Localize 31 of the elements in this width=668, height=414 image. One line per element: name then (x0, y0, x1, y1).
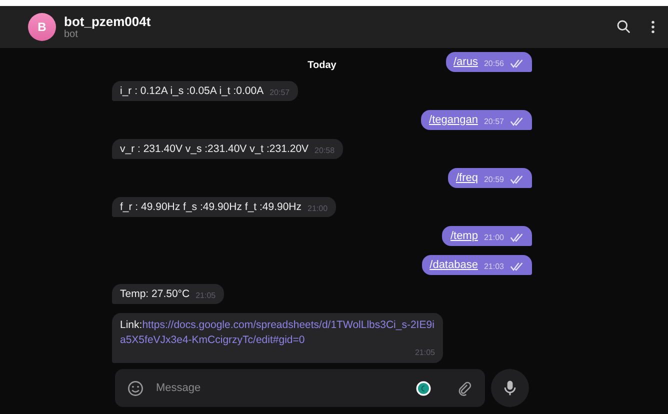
message-text: f_r : 49.90Hz f_s :49.90Hz f_t :49.90Hz (120, 200, 302, 213)
search-icon[interactable] (616, 18, 632, 35)
command-link[interactable]: /database (430, 258, 478, 271)
microphone-button[interactable] (491, 369, 529, 408)
command-link[interactable]: /tegangan (429, 114, 478, 126)
circle-icon[interactable] (415, 380, 432, 397)
message-time: 21:03 (484, 262, 504, 271)
message-text: Temp: 27.50°C (120, 288, 190, 300)
chat-subtitle: bot (64, 28, 78, 40)
message-time: 21:00 (484, 232, 504, 242)
message-text: i_r : 0.12A i_s :0.05A i_t :0.00A (120, 84, 264, 97)
message-time: 21:00 (308, 204, 328, 213)
command-link[interactable]: /arus (454, 56, 478, 68)
chat-title: bot_pzem004t (64, 14, 151, 29)
message-time: 21:05 (196, 290, 216, 300)
message-input[interactable]: Message (154, 381, 405, 396)
message-time: 20:58 (314, 146, 335, 155)
message-time: 20:56 (484, 58, 504, 68)
command-link[interactable]: /temp (450, 230, 478, 242)
message-time: 20:57 (484, 116, 504, 126)
message-time: 20:59 (484, 174, 504, 184)
date-label: Today (308, 60, 336, 71)
more-menu-icon[interactable] (650, 18, 656, 35)
message-text: v_r : 231.40V v_s :231.40V v_t :231.20V (120, 142, 309, 155)
link-message-text: Link:https://docs.google.com/spreadsheets/d/1TWolLlbs3Ci_s-2IE9ia5X5feVJx3e4-KmCcigrzyTc/edit#gid=0 (120, 318, 435, 348)
paperclip-icon[interactable] (456, 380, 473, 397)
message-time: 21:05 (414, 348, 435, 358)
avatar[interactable]: B (28, 12, 56, 41)
emoji-icon[interactable] (127, 380, 144, 397)
message-time: 20:57 (270, 88, 290, 97)
command-link[interactable]: /freq (456, 172, 478, 184)
